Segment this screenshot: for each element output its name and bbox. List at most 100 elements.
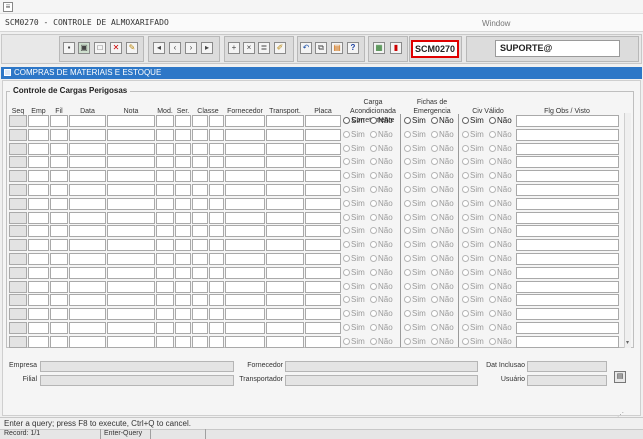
fornecedor-cell[interactable]: [225, 115, 265, 127]
flg-obs-cell[interactable]: [516, 198, 619, 210]
fichas-radio-sim[interactable]: Sim: [404, 185, 426, 195]
civ-radio-sim[interactable]: Sim: [462, 226, 484, 236]
classe-cell[interactable]: [192, 308, 208, 320]
carga-radio-sim[interactable]: Sim: [343, 295, 365, 305]
carga-radio-nao[interactable]: Não: [370, 309, 393, 319]
classe-cell[interactable]: [192, 225, 208, 237]
seq-cell[interactable]: [9, 336, 27, 348]
fil-cell[interactable]: [50, 184, 68, 196]
carga-radio-nao[interactable]: Não: [370, 157, 393, 167]
carga-radio-nao[interactable]: Não: [370, 171, 393, 181]
data-cell[interactable]: [69, 239, 106, 251]
seq-cell[interactable]: [9, 225, 27, 237]
seq-cell[interactable]: [9, 267, 27, 279]
classe-sub-cell[interactable]: [209, 281, 224, 293]
transport-cell[interactable]: [266, 322, 304, 334]
flg-obs-cell[interactable]: [516, 308, 619, 320]
civ-radio-nao[interactable]: Não: [489, 144, 512, 154]
civ-radio-nao[interactable]: Não: [489, 116, 512, 126]
data-cell[interactable]: [69, 336, 106, 348]
ser-cell[interactable]: [175, 115, 191, 127]
placa-cell[interactable]: [305, 143, 341, 155]
seq-cell[interactable]: [9, 212, 27, 224]
seq-cell[interactable]: [9, 198, 27, 210]
fichas-radio-sim[interactable]: Sim: [404, 226, 426, 236]
seq-cell[interactable]: [9, 129, 27, 141]
fichas-radio-nao[interactable]: Não: [431, 268, 454, 278]
emp-cell[interactable]: [28, 198, 49, 210]
carga-radio-nao[interactable]: Não: [370, 130, 393, 140]
classe-sub-cell[interactable]: [209, 322, 224, 334]
ser-cell[interactable]: [175, 156, 191, 168]
fichas-radio-sim[interactable]: Sim: [404, 157, 426, 167]
fichas-radio-sim[interactable]: Sim: [404, 130, 426, 140]
fil-cell[interactable]: [50, 294, 68, 306]
placa-cell[interactable]: [305, 170, 341, 182]
mod-cell[interactable]: [156, 322, 174, 334]
save-icon[interactable]: ▪: [63, 42, 75, 54]
classe-sub-cell[interactable]: [209, 115, 224, 127]
civ-radio-nao[interactable]: Não: [489, 171, 512, 181]
fichas-radio-nao[interactable]: Não: [431, 199, 454, 209]
flg-obs-cell[interactable]: [516, 225, 619, 237]
flg-obs-cell[interactable]: [516, 267, 619, 279]
fichas-radio-nao[interactable]: Não: [431, 337, 454, 347]
classe-cell[interactable]: [192, 143, 208, 155]
classe-cell[interactable]: [192, 115, 208, 127]
civ-radio-nao[interactable]: Não: [489, 157, 512, 167]
seq-cell[interactable]: [9, 143, 27, 155]
fichas-radio-nao[interactable]: Não: [431, 116, 454, 126]
carga-radio-nao[interactable]: Não: [370, 268, 393, 278]
classe-cell[interactable]: [192, 129, 208, 141]
fichas-radio-sim[interactable]: Sim: [404, 295, 426, 305]
fornecedor-cell[interactable]: [225, 225, 265, 237]
civ-radio-sim[interactable]: Sim: [462, 295, 484, 305]
classe-sub-cell[interactable]: [209, 129, 224, 141]
data-cell[interactable]: [69, 294, 106, 306]
nota-cell[interactable]: [107, 225, 155, 237]
mod-cell[interactable]: [156, 281, 174, 293]
civ-radio-sim[interactable]: Sim: [462, 309, 484, 319]
fil-cell[interactable]: [50, 129, 68, 141]
transport-cell[interactable]: [266, 143, 304, 155]
transport-cell[interactable]: [266, 267, 304, 279]
scroll-down-icon[interactable]: ▾: [624, 340, 631, 347]
fichas-radio-sim[interactable]: Sim: [404, 282, 426, 292]
fil-cell[interactable]: [50, 143, 68, 155]
details-button-icon[interactable]: ▤: [614, 371, 626, 383]
fornecedor-cell[interactable]: [225, 156, 265, 168]
fil-cell[interactable]: [50, 170, 68, 182]
fil-cell[interactable]: [50, 156, 68, 168]
fil-cell[interactable]: [50, 225, 68, 237]
carga-radio-nao[interactable]: Não: [370, 199, 393, 209]
nota-cell[interactable]: [107, 267, 155, 279]
seq-cell[interactable]: [9, 281, 27, 293]
emp-cell[interactable]: [28, 212, 49, 224]
carga-radio-nao[interactable]: Não: [370, 185, 393, 195]
fornecedor-cell[interactable]: [225, 239, 265, 251]
preview-icon[interactable]: □: [94, 42, 106, 54]
carga-radio-sim[interactable]: Sim: [343, 185, 365, 195]
fil-cell[interactable]: [50, 267, 68, 279]
transportador-field[interactable]: [285, 375, 478, 386]
fichas-radio-nao[interactable]: Não: [431, 157, 454, 167]
nota-cell[interactable]: [107, 170, 155, 182]
insert-record-icon[interactable]: +: [228, 42, 240, 54]
fichas-radio-nao[interactable]: Não: [431, 213, 454, 223]
placa-cell[interactable]: [305, 129, 341, 141]
fornecedor-field[interactable]: [285, 361, 478, 372]
ser-cell[interactable]: [175, 294, 191, 306]
transport-cell[interactable]: [266, 336, 304, 348]
fornecedor-cell[interactable]: [225, 198, 265, 210]
civ-radio-nao[interactable]: Não: [489, 295, 512, 305]
mod-cell[interactable]: [156, 253, 174, 265]
civ-radio-sim[interactable]: Sim: [462, 240, 484, 250]
seq-cell[interactable]: [9, 156, 27, 168]
nota-cell[interactable]: [107, 281, 155, 293]
fornecedor-cell[interactable]: [225, 267, 265, 279]
data-cell[interactable]: [69, 308, 106, 320]
carga-radio-nao[interactable]: Não: [370, 240, 393, 250]
civ-radio-nao[interactable]: Não: [489, 130, 512, 140]
carga-radio-sim[interactable]: Sim: [343, 144, 365, 154]
fornecedor-cell[interactable]: [225, 129, 265, 141]
